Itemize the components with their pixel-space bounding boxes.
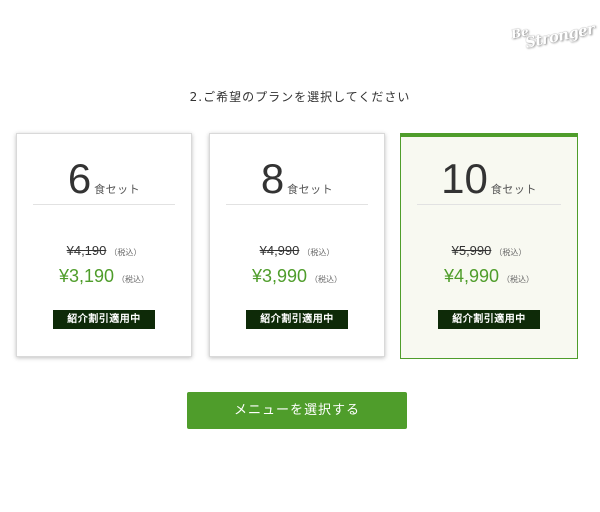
plan-count: 10 xyxy=(441,155,488,202)
plan-count-row: 8 食セット xyxy=(210,156,384,202)
new-price-row: ¥3,190 （税込） xyxy=(17,266,191,287)
referral-discount-badge: 紹介割引適用中 xyxy=(246,310,348,329)
plan-card-6[interactable]: 6 食セット ¥4,190 （税込） ¥3,190 （税込） 紹介割引適用中 xyxy=(16,133,192,357)
old-price-tax-label: （税込） xyxy=(109,248,142,257)
be-stronger-logo: Be Stronger xyxy=(510,13,596,58)
plan-count-unit: 食セット xyxy=(490,183,537,196)
new-price-row: ¥4,990 （税込） xyxy=(401,266,577,287)
logo-line-stronger: Stronger xyxy=(523,19,597,52)
new-price-tax-label: （税込） xyxy=(502,275,535,284)
old-price: ¥4,990 xyxy=(259,243,300,258)
old-price-tax-label: （税込） xyxy=(302,248,335,257)
old-price: ¥4,190 xyxy=(66,243,107,258)
discounted-price: ¥4,990 xyxy=(443,266,500,286)
card-divider xyxy=(33,204,175,205)
plan-selection-page: Be Stronger 2.ご希望のプランを選択してください 6 食セット ¥4,… xyxy=(0,0,600,512)
referral-discount-badge: 紹介割引適用中 xyxy=(438,310,540,329)
old-price-row: ¥4,190 （税込） xyxy=(17,240,191,259)
discounted-price: ¥3,190 xyxy=(58,266,115,286)
plan-card-8[interactable]: 8 食セット ¥4,990 （税込） ¥3,990 （税込） 紹介割引適用中 xyxy=(209,133,385,357)
old-price-row: ¥5,990 （税込） xyxy=(401,240,577,259)
step-heading: 2.ご希望のプランを選択してください xyxy=(189,90,411,104)
plan-count-unit: 食セット xyxy=(287,183,334,196)
plan-list: 6 食セット ¥4,190 （税込） ¥3,190 （税込） 紹介割引適用中 8 食セッ… xyxy=(16,133,582,359)
new-price-tax-label: （税込） xyxy=(310,275,343,284)
select-menu-button[interactable]: メニューを選択する xyxy=(187,392,407,429)
old-price-tax-label: （税込） xyxy=(494,248,527,257)
old-price: ¥5,990 xyxy=(451,243,492,258)
plan-count: 8 xyxy=(260,155,285,202)
plan-count: 6 xyxy=(67,155,92,202)
card-divider xyxy=(417,204,561,205)
new-price-tax-label: （税込） xyxy=(117,275,150,284)
card-divider xyxy=(226,204,368,205)
new-price-row: ¥3,990 （税込） xyxy=(210,266,384,287)
plan-count-row: 6 食セット xyxy=(17,156,191,202)
old-price-row: ¥4,990 （税込） xyxy=(210,240,384,259)
plan-count-row: 10 食セット xyxy=(401,156,577,202)
discounted-price: ¥3,990 xyxy=(251,266,308,286)
plan-card-10-selected[interactable]: 10 食セット ¥5,990 （税込） ¥4,990 （税込） 紹介割引適用中 xyxy=(400,133,578,359)
plan-count-unit: 食セット xyxy=(94,183,141,196)
referral-discount-badge: 紹介割引適用中 xyxy=(53,310,155,329)
